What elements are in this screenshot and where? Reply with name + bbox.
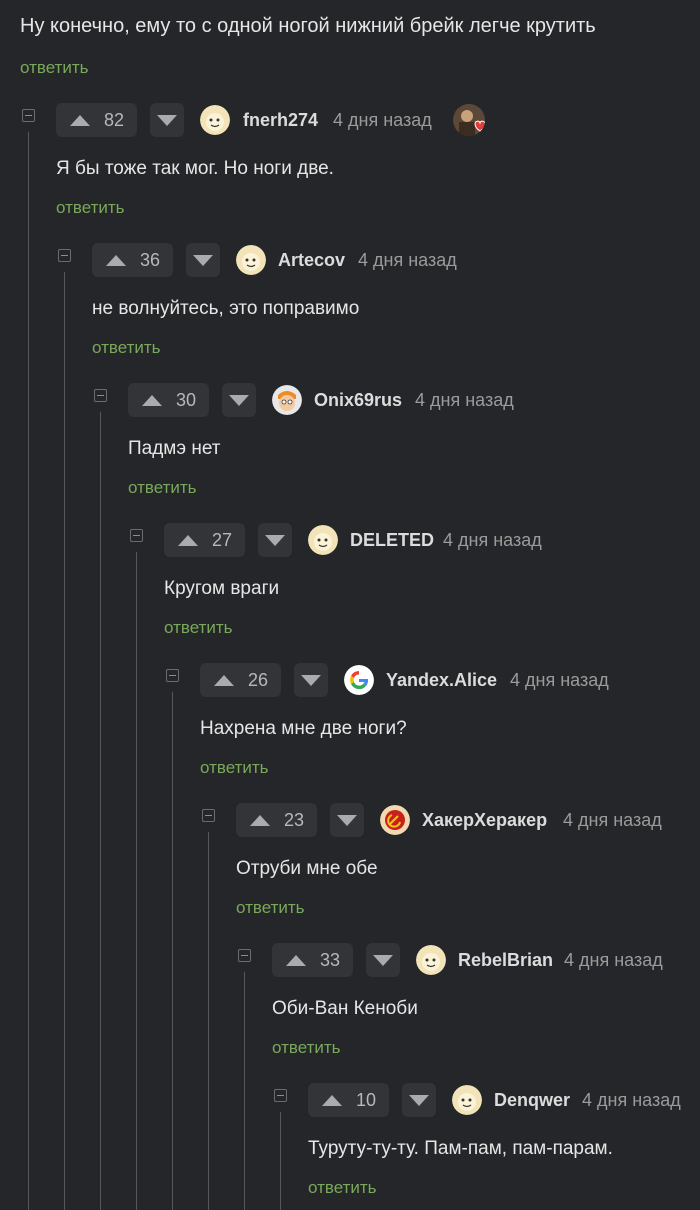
upvote-button[interactable]: 10 <box>308 1083 389 1117</box>
reply-link[interactable]: ответить <box>56 198 125 218</box>
downvote-arrow-icon <box>193 254 213 266</box>
upvote-arrow-icon <box>250 814 270 826</box>
vote-count: 33 <box>320 949 341 970</box>
upvote-arrow-icon <box>106 254 126 266</box>
upvote-button[interactable]: 27 <box>164 523 245 557</box>
upvote-arrow-icon <box>70 114 90 126</box>
comment-text: не волнуйтесь, это поправимо <box>92 298 360 319</box>
reply-link[interactable]: ответить <box>92 338 161 358</box>
user-avatar-icon[interactable] <box>452 1085 482 1115</box>
thread-line[interactable] <box>100 412 101 1210</box>
reply-link[interactable]: ответить <box>308 1178 377 1198</box>
hammer-sickle-avatar-icon[interactable] <box>380 805 410 835</box>
vote-count: 26 <box>248 669 269 690</box>
user-avatar-icon[interactable] <box>236 245 266 275</box>
downvote-button[interactable] <box>222 383 256 417</box>
upvote-arrow-icon <box>142 394 162 406</box>
reply-link[interactable]: ответить <box>164 618 233 638</box>
timestamp: 4 дня назад <box>415 390 514 410</box>
upvote-button[interactable]: 82 <box>56 103 137 137</box>
username[interactable]: DELETED <box>350 530 434 551</box>
upvote-arrow-icon <box>178 534 198 546</box>
heart-badge-icon <box>453 104 485 136</box>
downvote-arrow-icon <box>265 534 285 546</box>
downvote-button[interactable] <box>402 1083 436 1117</box>
timestamp: 4 дня назад <box>564 950 663 970</box>
comment-text: Падмэ нет <box>128 438 221 459</box>
thread-line[interactable] <box>136 552 137 1210</box>
google-avatar-icon[interactable] <box>344 665 374 695</box>
timestamp: 4 дня назад <box>443 530 542 550</box>
downvote-arrow-icon <box>373 954 393 966</box>
user-avatar-icon[interactable] <box>200 105 230 135</box>
username[interactable]: Artecov <box>278 250 345 271</box>
timestamp: 4 дня назад <box>333 110 432 130</box>
username[interactable]: Yandex.Alice <box>386 670 497 691</box>
thread-line[interactable] <box>208 832 209 1210</box>
collapse-button[interactable] <box>94 389 107 402</box>
thread-line[interactable] <box>172 692 173 1210</box>
downvote-arrow-icon <box>157 114 177 126</box>
upvote-button[interactable]: 23 <box>236 803 317 837</box>
reply-link[interactable]: ответить <box>200 758 269 778</box>
reply-link[interactable]: ответить <box>20 58 89 78</box>
vote-count: 82 <box>104 109 125 130</box>
comment-text: Оби-Ван Кеноби <box>272 998 418 1019</box>
vote-count: 30 <box>176 389 197 410</box>
timestamp: 4 дня назад <box>582 1090 681 1110</box>
comment-text: Туруту-ту-ту. Пам-пам, пам-парам. <box>308 1138 613 1159</box>
username[interactable]: fnerh274 <box>243 110 318 131</box>
thread-line[interactable] <box>28 132 29 1210</box>
vote-count: 23 <box>284 809 305 830</box>
collapse-button[interactable] <box>130 529 143 542</box>
downvote-arrow-icon <box>409 1094 429 1106</box>
reply-link[interactable]: ответить <box>128 478 197 498</box>
downvote-button[interactable] <box>294 663 328 697</box>
user-avatar-icon[interactable] <box>416 945 446 975</box>
downvote-arrow-icon <box>337 814 357 826</box>
comment-text: Кругом враги <box>164 578 280 599</box>
downvote-arrow-icon <box>229 394 249 406</box>
comment-text: Я бы тоже так мог. Но ноги две. <box>56 158 334 179</box>
username[interactable]: Onix69rus <box>314 390 402 411</box>
thread-line[interactable] <box>280 1112 281 1210</box>
downvote-button[interactable] <box>366 943 400 977</box>
upvote-button[interactable]: 26 <box>200 663 281 697</box>
user-avatar-icon[interactable] <box>272 385 302 415</box>
timestamp: 4 дня назад <box>358 250 457 270</box>
collapse-button[interactable] <box>238 949 251 962</box>
username[interactable]: RebelBrian <box>458 950 553 971</box>
username[interactable]: ХакерХеракер <box>422 810 547 831</box>
timestamp: 4 дня назад <box>563 810 662 830</box>
downvote-button[interactable] <box>150 103 184 137</box>
collapse-button[interactable] <box>166 669 179 682</box>
vote-count: 36 <box>140 249 161 270</box>
downvote-button[interactable] <box>330 803 364 837</box>
comment-text: Нахрена мне две ноги? <box>200 718 407 739</box>
upvote-button[interactable]: 30 <box>128 383 209 417</box>
thread-line[interactable] <box>64 272 65 1210</box>
username[interactable]: Denqwer <box>494 1090 570 1111</box>
collapse-button[interactable] <box>22 109 35 122</box>
user-avatar-icon[interactable] <box>308 525 338 555</box>
collapse-button[interactable] <box>58 249 71 262</box>
upvote-button[interactable]: 33 <box>272 943 353 977</box>
comment-text: Отруби мне обе <box>236 858 378 879</box>
downvote-button[interactable] <box>186 243 220 277</box>
upvote-button[interactable]: 36 <box>92 243 173 277</box>
vote-count: 27 <box>212 529 233 550</box>
upvote-arrow-icon <box>322 1094 342 1106</box>
collapse-button[interactable] <box>274 1089 287 1102</box>
vote-count: 10 <box>356 1089 377 1110</box>
reply-link[interactable]: ответить <box>236 898 305 918</box>
top-comment-text: Ну конечно, ему то с одной ногой нижний … <box>20 15 596 37</box>
downvote-arrow-icon <box>301 674 321 686</box>
downvote-button[interactable] <box>258 523 292 557</box>
thread-line[interactable] <box>244 972 245 1210</box>
upvote-arrow-icon <box>286 954 306 966</box>
upvote-arrow-icon <box>214 674 234 686</box>
timestamp: 4 дня назад <box>510 670 609 690</box>
reply-link[interactable]: ответить <box>272 1038 341 1058</box>
collapse-button[interactable] <box>202 809 215 822</box>
